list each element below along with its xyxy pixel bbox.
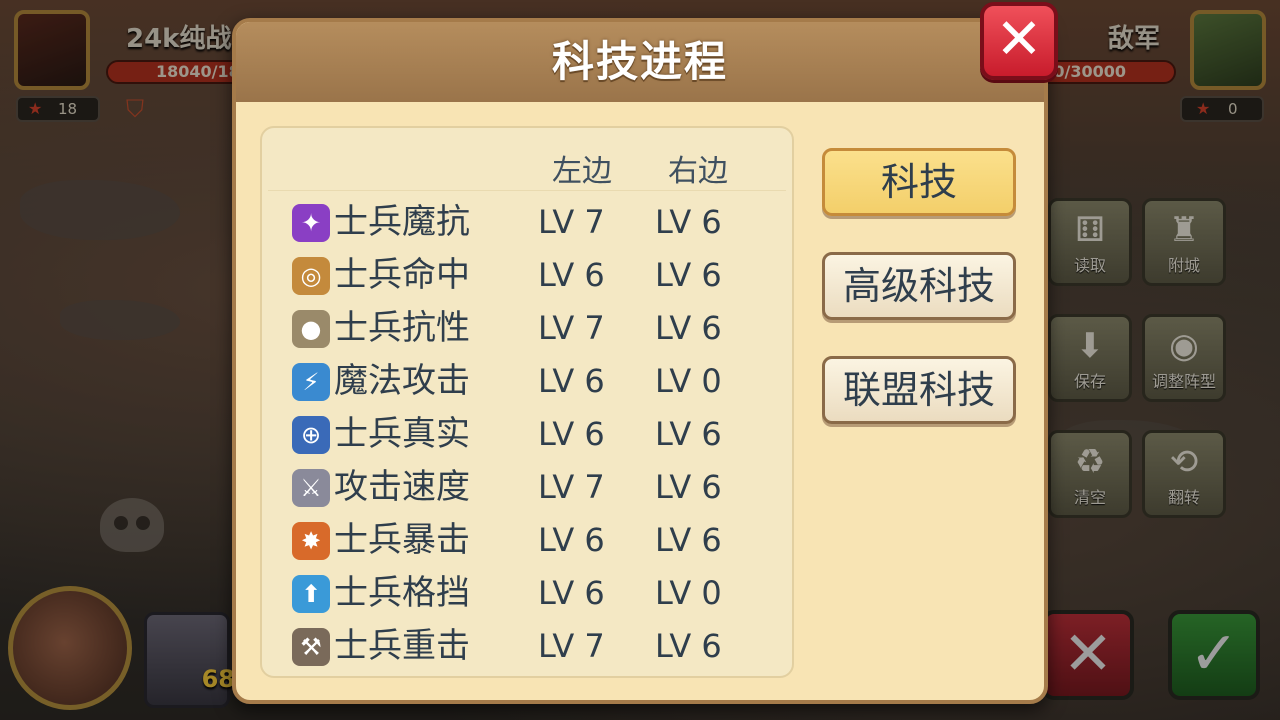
right-level: LV 6	[655, 309, 722, 347]
table-row: ⚔ 攻击速度 LV 7 LV 6	[288, 461, 788, 513]
dialog-header: 科技进程	[236, 22, 1044, 102]
rock-icon: ●	[292, 310, 330, 348]
table-row: ● 士兵抗性 LV 7 LV 6	[288, 302, 788, 354]
right-level: LV 0	[655, 574, 722, 612]
table-row: ⊕ 士兵真实 LV 6 LV 6	[288, 408, 788, 460]
table-row: ⚒ 士兵重击 LV 7 LV 6	[288, 620, 788, 672]
close-icon: ✕	[995, 7, 1043, 72]
right-level: LV 6	[655, 415, 722, 453]
tech-name: 魔法攻击	[334, 361, 470, 401]
table-row: ✦ 士兵魔抗 LV 7 LV 6	[288, 196, 788, 248]
header-divider	[268, 190, 786, 191]
critical-icon: ✸	[292, 522, 330, 560]
tech-name: 士兵暴击	[334, 520, 470, 560]
magic-resist-icon: ✦	[292, 204, 330, 242]
left-level: LV 6	[538, 362, 605, 400]
left-level: LV 7	[538, 309, 605, 347]
right-level: LV 6	[655, 521, 722, 559]
table-row: ⬆ 士兵格挡 LV 6 LV 0	[288, 567, 788, 619]
right-level: LV 6	[655, 256, 722, 294]
left-level: LV 6	[538, 256, 605, 294]
advanced-tech-button[interactable]: 高级科技	[822, 252, 1016, 320]
table-row: ⚡ 魔法攻击 LV 6 LV 0	[288, 355, 788, 407]
tech-button[interactable]: 科技	[822, 148, 1016, 216]
tech-name: 士兵魔抗	[334, 202, 470, 242]
tech-name: 士兵抗性	[334, 308, 470, 348]
left-level: LV 6	[538, 574, 605, 612]
right-level: LV 6	[655, 468, 722, 506]
left-level: LV 7	[538, 627, 605, 665]
hammer-icon: ⚒	[292, 628, 330, 666]
right-level: LV 6	[655, 627, 722, 665]
dialog-close-button[interactable]: ✕	[980, 2, 1058, 80]
sword-icon: ⚔	[292, 469, 330, 507]
column-header-left: 左边	[552, 154, 612, 189]
left-level: LV 6	[538, 521, 605, 559]
column-header-right: 右边	[668, 154, 728, 189]
alliance-tech-button[interactable]: 联盟科技	[822, 356, 1016, 424]
dialog-title: 科技进程	[551, 37, 728, 86]
target-icon: ◎	[292, 257, 330, 295]
table-row: ✸ 士兵暴击 LV 6 LV 6	[288, 514, 788, 566]
tech-progress-dialog: 科技进程 左边 右边 ✦ 士兵魔抗 LV 7 LV 6 ◎ 士兵命中 LV 6 …	[232, 18, 1048, 704]
right-level: LV 0	[655, 362, 722, 400]
magic-staff-icon: ⚡	[292, 363, 330, 401]
tech-name: 攻击速度	[334, 467, 470, 507]
shield-icon: ⬆	[292, 575, 330, 613]
left-level: LV 7	[538, 468, 605, 506]
left-level: LV 6	[538, 415, 605, 453]
tech-name: 士兵格挡	[334, 573, 470, 613]
true-damage-icon: ⊕	[292, 416, 330, 454]
tech-name: 士兵真实	[334, 414, 470, 454]
tech-name: 士兵命中	[334, 255, 470, 295]
right-level: LV 6	[655, 203, 722, 241]
tech-name: 士兵重击	[334, 626, 470, 666]
table-row: ◎ 士兵命中 LV 6 LV 6	[288, 249, 788, 301]
tech-table: 左边 右边 ✦ 士兵魔抗 LV 7 LV 6 ◎ 士兵命中 LV 6 LV 6 …	[260, 126, 794, 678]
left-level: LV 7	[538, 203, 605, 241]
